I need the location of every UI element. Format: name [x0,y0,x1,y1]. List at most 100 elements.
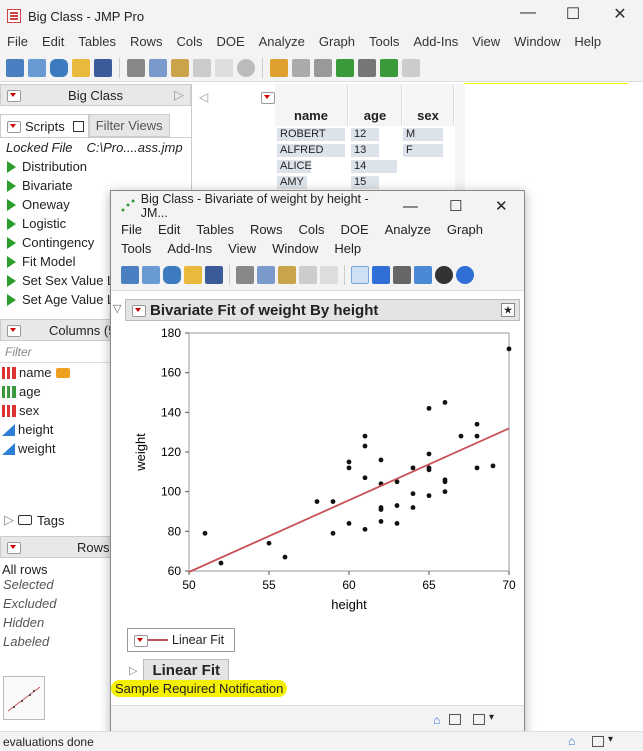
report-menu-view[interactable]: View [220,240,264,259]
hand-tool-icon[interactable] [393,265,411,284]
grid-red-triangle-icon[interactable] [261,92,275,104]
minimize-button[interactable]: — [505,4,551,22]
data-point[interactable] [426,405,432,411]
report-minimize-button[interactable]: — [388,198,433,215]
bivariate-report-header[interactable]: Bivariate Fit of weight By height ★ [125,299,520,321]
report-menu-addins[interactable]: Add-Ins [159,240,220,259]
data-table-icon[interactable] [270,58,288,77]
copy-icon[interactable] [149,58,167,77]
data-point[interactable] [362,475,368,481]
table-cell[interactable]: AMY [277,176,307,189]
data-point[interactable] [490,463,496,469]
report-menu-tools[interactable]: Tools [113,240,159,259]
rows-red-triangle-icon[interactable] [7,542,21,554]
chevron-down-icon[interactable]: ▾ [489,712,494,723]
report-close-button[interactable]: ✕ [479,197,524,215]
data-point[interactable] [282,554,288,560]
search-icon[interactable] [237,58,255,77]
lock-icon[interactable] [320,265,338,284]
columns-icon[interactable] [292,58,310,77]
open-folder-icon[interactable] [72,58,90,77]
data-point[interactable] [410,505,416,510]
menu-help[interactable]: Help [567,32,608,54]
maximize-button[interactable]: ☐ [550,4,596,24]
pin-icon[interactable]: ★ [501,303,515,317]
linear-fit-section[interactable]: ▷ Linear Fit [129,658,229,682]
expand-arrow-icon[interactable]: ▷ [129,664,137,677]
menu-tables[interactable]: Tables [71,32,123,54]
data-point[interactable] [394,503,400,508]
data-point[interactable] [202,530,208,536]
python-icon[interactable] [163,265,181,284]
paste-icon[interactable] [278,265,296,284]
data-point[interactable] [426,493,432,499]
menu-addins[interactable]: Add-Ins [406,32,465,54]
table-cell[interactable]: 12 [351,128,379,141]
data-point[interactable] [426,451,432,457]
data-point[interactable] [378,507,384,512]
formula-icon[interactable] [358,58,376,77]
table-cell[interactable]: ROBERT [277,128,345,141]
data-point[interactable] [410,465,416,471]
data-point[interactable] [330,530,336,536]
report-menu-window[interactable]: Window [264,240,326,259]
data-point[interactable] [314,499,320,504]
report-menu-rows[interactable]: Rows [242,221,291,240]
window-list-icon[interactable] [449,714,461,725]
data-point[interactable] [266,540,272,546]
report-menu-graph[interactable]: Graph [439,221,491,240]
menu-tools[interactable]: Tools [362,32,406,54]
arrow-tool-icon[interactable] [351,265,369,284]
column-header-sex[interactable]: sex [403,84,454,126]
table-cell[interactable]: M [403,128,443,141]
table-red-triangle-icon[interactable] [7,90,21,102]
new-script-icon[interactable] [142,265,160,284]
table-name-header[interactable]: Big Class ▷ [0,84,191,106]
sort-icon[interactable] [336,58,354,77]
save-icon[interactable] [94,58,112,77]
data-point[interactable] [458,433,464,439]
report-menu-edit[interactable]: Edit [150,221,188,240]
table-cell[interactable]: 15 [351,176,379,189]
menu-view[interactable]: View [465,32,507,54]
journal-icon[interactable] [193,58,211,77]
new-data-table-icon[interactable] [6,58,24,77]
lasso-tool-icon[interactable] [435,265,453,284]
fit-legend[interactable]: Linear Fit [127,628,235,652]
cut-icon[interactable] [236,265,254,284]
new-script-icon[interactable] [28,58,46,77]
bivariate-red-triangle-icon[interactable] [132,305,146,317]
copy-icon[interactable] [257,265,275,284]
data-point[interactable] [330,499,336,504]
data-point[interactable] [410,491,416,497]
expand-arrow-icon[interactable]: ▷ [4,512,14,528]
data-point[interactable] [506,346,512,352]
report-menu-doe[interactable]: DOE [332,221,376,240]
python-icon[interactable] [50,58,68,77]
magnifier-tool-icon[interactable] [456,265,474,284]
column-header-age[interactable]: age [349,84,402,126]
table-cell[interactable]: 14 [351,160,397,173]
tab-filter-views[interactable]: Filter Views [88,114,170,137]
menu-graph[interactable]: Graph [312,32,362,54]
run-script-icon[interactable] [380,58,398,77]
chevron-down-icon[interactable]: ▾ [608,734,613,745]
grid-collapse-arrow-icon[interactable]: ◁ [199,90,208,104]
data-point[interactable] [442,400,448,405]
data-point[interactable] [474,433,480,439]
report-menu-file[interactable]: File [113,221,150,240]
paste-icon[interactable] [171,58,189,77]
report-menu-help[interactable]: Help [326,240,369,259]
menu-doe[interactable]: DOE [209,32,251,54]
data-point[interactable] [378,519,384,524]
home-icon[interactable]: ⌂ [568,734,575,748]
script-distribution[interactable]: Distribution [0,157,191,176]
menu-edit[interactable]: Edit [35,32,71,54]
edit-icon[interactable] [402,58,420,77]
data-point[interactable] [362,526,368,532]
report-menu-cols[interactable]: Cols [290,221,332,240]
new-data-table-icon[interactable] [121,265,139,284]
menu-rows[interactable]: Rows [123,32,170,54]
menu-cols[interactable]: Cols [169,32,209,54]
data-point[interactable] [442,489,448,495]
